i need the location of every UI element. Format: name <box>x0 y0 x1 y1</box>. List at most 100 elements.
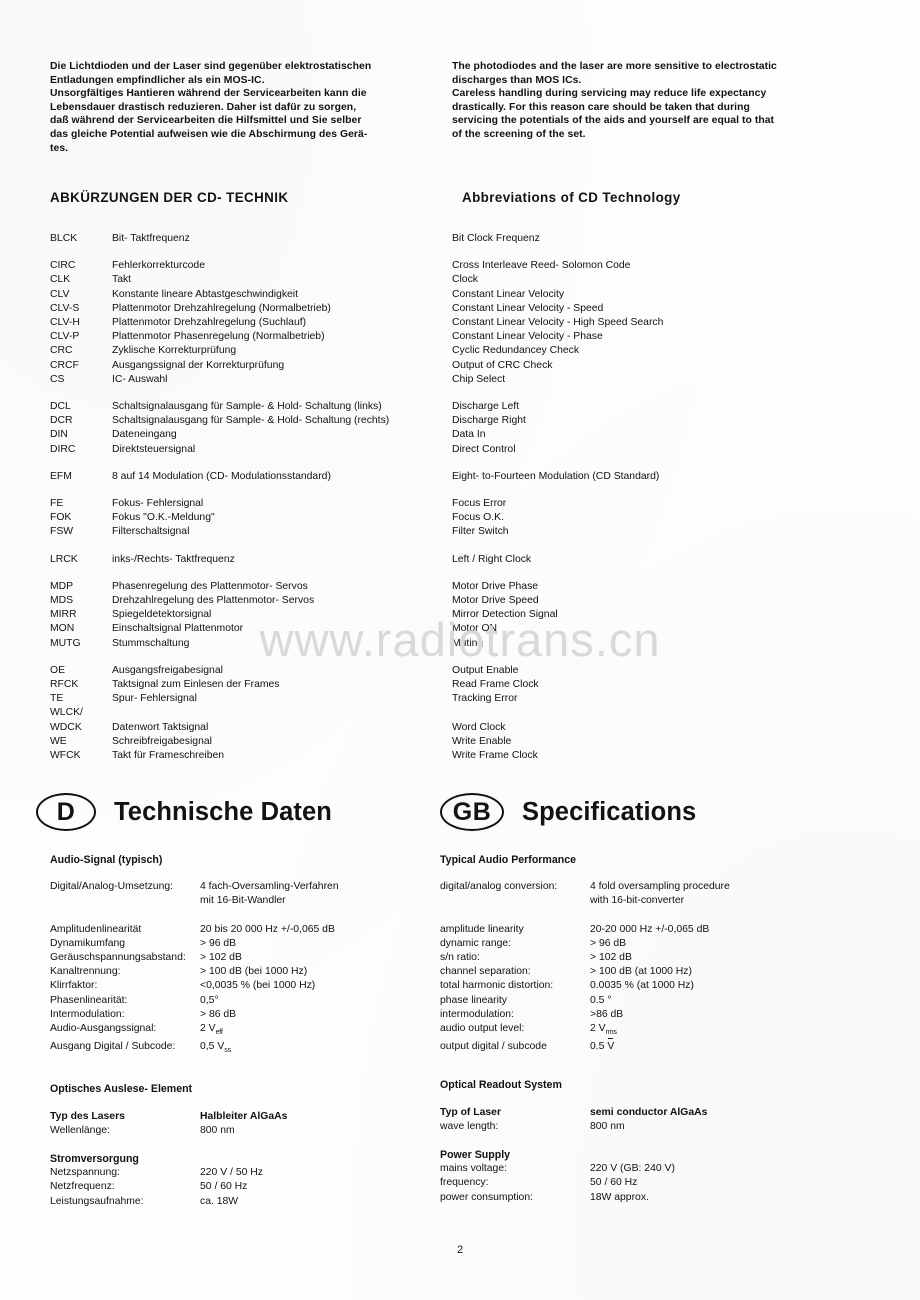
abbreviation-definition-english: Cross Interleave Reed- Solomon Code <box>452 260 631 272</box>
abbreviation-definition-german: Takt <box>112 274 132 286</box>
spec-value-cell: with 16-bit-converter <box>590 894 860 908</box>
specifications-heading-english-text: Specifications <box>522 797 697 826</box>
spec-label: mains voltage: <box>440 1163 507 1175</box>
spec-row: Intermodulation: > 86 dB <box>50 1008 450 1022</box>
abbreviation-key: OE <box>50 664 66 676</box>
spec-label: Dynamikumfang <box>50 937 126 949</box>
spec-value-cell: semi conductor AlGaAs <box>590 1106 860 1120</box>
spec-label: dynamic range: <box>440 937 512 949</box>
spec-row: Wellenlänge: 800 nm <box>50 1124 450 1138</box>
abbreviation-row: MDS Drehzahlregelung des Plattenmotor- Se… <box>50 594 450 608</box>
spec-value: 220 V (GB: 240 V) <box>590 1163 675 1175</box>
abbreviation-key: WLCK/ <box>50 707 83 719</box>
abbreviation-definition-german: Plattenmotor Drehzahlregelung (Normalbet… <box>112 302 331 314</box>
spec-label: phase linearity <box>440 994 508 1006</box>
abbreviation-key: FOK <box>50 512 72 524</box>
spec-label: Klirrfaktor: <box>50 980 98 992</box>
abbreviation-definition-german: Konstante lineare Abtastgeschwindigkeit <box>112 288 298 300</box>
spec-label: Audio-Ausgangssignal: <box>50 1023 157 1035</box>
abbreviation-key: DCL <box>50 401 71 413</box>
spec-row: Amplitudenlinearität 20 bis 20 000 Hz +/-… <box>50 923 450 937</box>
warning-german-line: das gleiche Potential aufweisen wie die … <box>50 128 368 140</box>
abbreviation-definition-english: Write Enable <box>452 735 512 747</box>
spec-row: Geräuschspannungsabstand: > 102 dB <box>50 951 450 965</box>
warning-german-line: Unsorgfältiges Hantieren während der Ser… <box>50 88 367 100</box>
spec-value-cell: 0.0035 % (at 1000 Hz) <box>590 979 860 993</box>
abbreviation-definition-german: Schaltsignalausgang für Sample- & Hold- … <box>112 401 382 413</box>
spec-value-cell: 800 nm <box>590 1120 860 1134</box>
spec-value: 220 V / 50 Hz <box>200 1167 263 1179</box>
abbreviations-title-english: Abbreviations of CD Technology <box>462 190 681 205</box>
spec-value-cell: Halbleiter AlGaAs <box>200 1110 450 1124</box>
abbreviation-definition-german: Datenwort Taktsignal <box>112 721 209 733</box>
abbreviation-row: CRC Zyklische Korrekturprüfung <box>50 344 450 358</box>
spec-value: > 96 dB <box>590 937 627 949</box>
abbreviations-list-english: Bit Clock Frequenz Cross Interleave Reed-… <box>452 232 872 776</box>
abbreviation-definition-german: Plattenmotor Phasenregelung (Normalbetri… <box>112 331 325 343</box>
warning-english-line: The photodiodes and the laser are more s… <box>452 61 777 72</box>
spec-label: intermodulation: <box>440 1008 514 1020</box>
spec-value: semi conductor AlGaAs <box>590 1106 708 1118</box>
abbreviation-definition-german: Spur- Fehlersignal <box>112 693 197 705</box>
spec-label: digital/analog conversion: <box>440 881 558 893</box>
spec-label: Typ des Lasers <box>50 1110 125 1122</box>
abbreviation-key: EFM <box>50 470 72 482</box>
warning-german-line: tes. <box>50 142 69 154</box>
abbreviation-definition-german: Plattenmotor Drehzahlregelung (Suchlauf) <box>112 317 307 329</box>
spec-row: audio output level: 2 Vrms <box>440 1022 860 1040</box>
abbreviation-definition-english: Constant Linear Velocity - Phase <box>452 331 603 343</box>
spec-value-cell: > 86 dB <box>200 1008 450 1022</box>
spec-value: >86 dB <box>590 1008 624 1020</box>
warning-english-line: drastically. For this reason care should… <box>452 101 750 113</box>
spec-label: Netzspannung: <box>50 1167 120 1179</box>
spec-label: Phasenlinearität: <box>50 994 128 1006</box>
spec-label: output digital / subcode <box>440 1041 547 1053</box>
spec-label: wave length: <box>440 1120 499 1132</box>
spec-value-cell: 50 / 60 Hz <box>200 1180 450 1194</box>
spec-value: 0.0035 % (at 1000 Hz) <box>590 980 694 992</box>
spec-value: with 16-bit-converter <box>590 895 685 907</box>
spec-row: channel separation: > 100 dB (at 1000 Hz) <box>440 965 860 979</box>
abbreviation-definition-german: Fokus- Fehlersignal <box>112 498 204 510</box>
spec-value-cell: >86 dB <box>590 1008 860 1022</box>
abbreviations-list-german: BLCK Bit- Taktfrequenz CIRC Fehlerkorrektur… <box>50 232 450 776</box>
warning-note-english: The photodiodes and the laser are more s… <box>452 60 872 142</box>
abbreviation-definition-english: Output Enable <box>452 664 519 676</box>
abbreviation-definition-german: Ausgangsfreigabesignal <box>112 664 223 676</box>
spec-section-heading-optical: Optical Readout System <box>440 1079 562 1092</box>
abbreviation-definition-english <box>452 706 872 720</box>
abbreviation-key: CRC <box>50 345 73 357</box>
abbreviation-definition-english: Read Frame Clock <box>452 679 539 691</box>
spec-value: mit 16-Bit-Wandler <box>200 895 286 907</box>
spec-row: Phasenlinearität: 0,5° <box>50 994 450 1008</box>
spec-label: frequency: <box>440 1177 489 1189</box>
abbreviation-row: MUTG Stummschaltung <box>50 637 450 651</box>
abbreviation-group: EFM 8 auf 14 Modulation (CD- Modulationss… <box>50 470 450 484</box>
spec-label: total harmonic distortion: <box>440 980 554 992</box>
spec-value: 20 bis 20 000 Hz +/-0,065 dB <box>200 923 335 935</box>
spec-section-heading-optical: Optisches Auslese- Element <box>50 1083 193 1096</box>
warning-english-line: servicing the potentials of the aids and… <box>452 115 775 127</box>
country-badge-gb: GB <box>440 793 504 831</box>
abbreviation-row: TE Spur- Fehlersignal <box>50 692 450 706</box>
abbreviation-definition-german: Spiegeldetektorsignal <box>112 609 212 621</box>
abbreviation-definition-english: Direct Control <box>452 443 516 455</box>
spec-label: Amplitudenlinearität <box>50 923 142 935</box>
spec-value-cell: > 96 dB <box>200 937 450 951</box>
spec-value: 800 nm <box>590 1120 625 1132</box>
spec-value-cell: 220 V (GB: 240 V) <box>590 1162 860 1176</box>
spec-section-heading-audio: Audio-Signal (typisch) <box>50 854 163 866</box>
abbreviation-row: MDP Phasenregelung des Plattenmotor- Serv… <box>50 580 450 594</box>
spec-value-cell: 18W approx. <box>590 1191 860 1205</box>
spec-value-cell: 0,5 Vss <box>200 1040 450 1058</box>
abbreviation-row: WE Schreibfreigabesignal <box>50 735 450 749</box>
abbreviation-definition-english: Bit Clock Frequenz <box>452 233 540 244</box>
spec-section-heading-audio: Typical Audio Performance <box>440 854 576 866</box>
country-badge-d: D <box>36 793 96 831</box>
warning-german-line: Die Lichtdioden und der Laser sind gegen… <box>50 61 372 72</box>
spec-row: intermodulation: >86 dB <box>440 1008 860 1022</box>
abbreviation-definition-german: IC- Auswahl <box>112 373 168 385</box>
spec-value-subscript: eff <box>215 1029 223 1037</box>
abbreviation-key: CLV-H <box>50 317 80 329</box>
